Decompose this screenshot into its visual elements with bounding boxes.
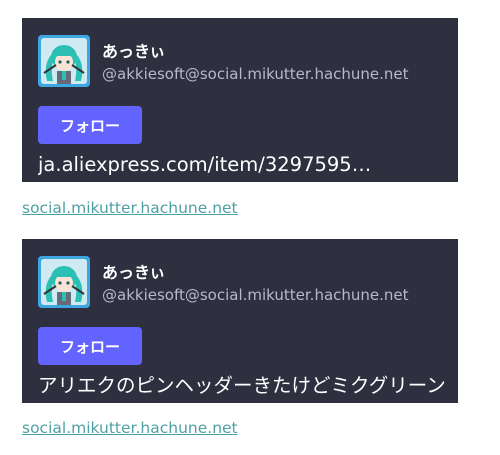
instance-link[interactable]: social.mikutter.hachune.net xyxy=(22,199,238,217)
embed-card: あっきぃ @akkiesoft@social.mikutter.hachune.… xyxy=(22,18,458,182)
avatar[interactable] xyxy=(38,256,90,308)
post-text[interactable]: アリエクのピンヘッダーきたけどミクグリーンじゃなかった xyxy=(38,372,448,403)
display-name[interactable]: あっきぃ xyxy=(102,259,165,283)
embed-card: あっきぃ @akkiesoft@social.mikutter.hachune.… xyxy=(22,239,458,403)
instance-link[interactable]: social.mikutter.hachune.net xyxy=(22,419,238,437)
follow-button[interactable]: フォロー xyxy=(38,106,142,144)
avatar[interactable] xyxy=(38,35,90,87)
display-name[interactable]: あっきぃ xyxy=(102,38,165,62)
account-handle[interactable]: @akkiesoft@social.mikutter.hachune.net xyxy=(102,65,409,83)
follow-button[interactable]: フォロー xyxy=(38,327,142,365)
account-handle[interactable]: @akkiesoft@social.mikutter.hachune.net xyxy=(102,286,409,304)
post-text[interactable]: ja.aliexpress.com/item/3297595… xyxy=(38,151,448,178)
